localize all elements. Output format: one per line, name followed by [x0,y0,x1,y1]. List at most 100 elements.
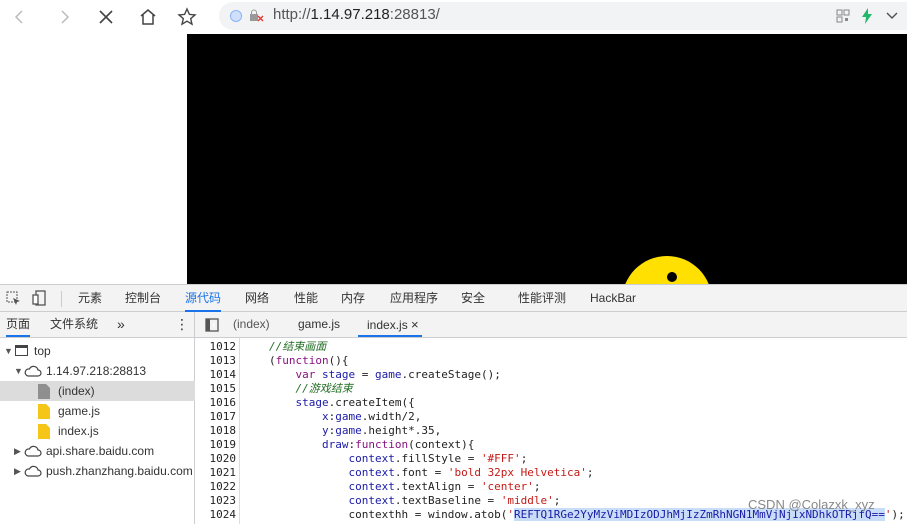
ball-eye [667,272,677,282]
tree-label: game.js [58,404,101,418]
collapse-arrow-icon: ▶ [14,466,21,476]
line-number[interactable]: 1022 [196,480,237,494]
tab-sources[interactable]: 源代码 [185,285,222,312]
forward-button[interactable] [52,5,76,29]
tab-console[interactable]: 控制台 [125,285,161,312]
collapse-arrow-icon: ▶ [14,446,21,456]
line-number[interactable]: 1018 [196,424,237,438]
tree-label: (index) [58,384,95,398]
tab-lighthouse[interactable]: 性能评测 [518,285,566,312]
chevron-left-icon [14,10,23,24]
line-number[interactable]: 1021 [196,466,237,480]
line-number[interactable]: 1014 [196,368,237,382]
tree-label: top [34,344,51,358]
cloud-icon [24,365,42,377]
editor-tab-index-js[interactable]: index.js × [358,312,422,337]
tree-item-top[interactable]: ▼ top [0,341,195,361]
tree-item-game-js[interactable]: game.js [0,401,195,421]
file-icon [38,384,50,399]
code-line: context.font = 'bold 32px Helvetica'; [348,466,594,479]
tab-performance[interactable]: 性能 [294,285,318,312]
editor-tab-game-js[interactable]: game.js [298,312,340,337]
tab-hackbar[interactable]: HackBar [590,285,636,312]
browser-toolbar: http://1.14.97.218:28813/ [0,0,907,34]
cloud-icon [24,445,42,457]
tree-label: api.share.baidu.com [46,444,155,458]
tree-label: index.js [58,424,99,438]
bookmark-button[interactable] [175,5,199,29]
insecure-icon[interactable] [248,9,264,23]
star-icon [177,7,197,26]
watermark: CSDN @Colazxk_xyz [748,497,875,512]
tab-security[interactable]: 安全 [461,285,485,312]
device-toolbar-icon[interactable] [32,290,48,306]
tab-network[interactable]: 网络 [245,285,269,312]
devtools-tabbar: 元素 控制台 源代码 网络 性能 内存 应用程序 安全 性能评测 HackBar [0,284,907,312]
more-tabs-button[interactable]: » [117,312,125,337]
line-number[interactable]: 1013 [196,354,237,368]
code-line: y:game.height*.35, [321,424,442,437]
url-text[interactable]: http://1.14.97.218:28813/ [273,6,440,23]
tree-item-index-js[interactable]: index.js [0,421,195,441]
tree-item-host[interactable]: ▼ 1.14.97.218:28813 [0,361,195,381]
chevron-down-icon[interactable] [885,10,899,22]
tab-filesystem[interactable]: 文件系统 [50,312,98,337]
line-number[interactable]: 1015 [196,382,237,396]
line-gutter: 1012 1013 1014 1015 1016 1017 1018 1019 … [196,338,240,524]
line-number[interactable]: 1019 [196,438,237,452]
editor-tabbar: (index) game.js index.js × [195,312,907,338]
code-line: draw:function(context){ [321,438,475,451]
address-bar[interactable]: http://1.14.97.218:28813/ [219,2,907,30]
home-button[interactable] [136,5,160,29]
frame-icon [15,345,28,356]
code-line: stage.createItem({ [295,396,415,409]
code-line: //结束画面 [269,340,327,353]
close-tab-icon[interactable]: × [411,317,419,332]
code-line: (function(){ [269,354,349,367]
close-icon [99,10,113,24]
game-canvas[interactable] [187,34,907,284]
divider [61,291,62,307]
cloud-icon [24,465,42,477]
code-line: var stage = game.createStage(); [295,368,501,381]
toggle-navigator-icon[interactable] [205,318,219,332]
chevron-right-icon [61,10,70,24]
editor-tab-label: index.js [367,318,408,332]
back-button[interactable] [8,5,32,29]
line-number[interactable]: 1024 [196,508,237,522]
editor-tab-index-html[interactable]: (index) [233,312,270,337]
line-number[interactable]: 1023 [196,494,237,508]
tree-label: 1.14.97.218:28813 [46,364,147,378]
tree-item-push-zhanzhang[interactable]: ▶ push.zhanzhang.baidu.com [0,461,195,481]
line-number[interactable]: 1017 [196,410,237,424]
qr-code-icon[interactable] [836,9,850,23]
code-line: context.textBaseline = 'middle'; [348,494,561,507]
tree-item-index[interactable]: (index) [0,381,195,401]
expand-arrow-icon: ▼ [14,366,23,376]
site-info-icon[interactable] [229,9,243,23]
line-number[interactable]: 1012 [196,340,237,354]
tab-page[interactable]: 页面 [6,312,31,337]
code-line: //游戏结束 [295,382,353,395]
code-line: context.textAlign = 'center'; [348,480,541,493]
expand-arrow-icon: ▼ [4,346,13,356]
tab-elements[interactable]: 元素 [78,285,102,312]
js-file-icon [38,424,50,439]
tab-application[interactable]: 应用程序 [390,285,438,312]
file-tree: ▼ top ▼ 1.14.97.218:28813 (index) game.j… [0,338,195,524]
js-file-icon [38,404,50,419]
line-number[interactable]: 1016 [196,396,237,410]
tree-label: push.zhanzhang.baidu.com [46,464,193,478]
stop-button[interactable] [94,5,118,29]
inspect-element-icon[interactable] [6,291,22,307]
code-line: x:game.width/2, [321,410,422,423]
page-blank-area [0,34,187,284]
tree-item-api-share[interactable]: ▶ api.share.baidu.com [0,441,195,461]
lightning-icon[interactable] [861,8,873,24]
line-number[interactable]: 1020 [196,452,237,466]
tab-memory[interactable]: 内存 [341,285,365,312]
home-icon [140,9,156,25]
navigator-tabbar: 页面 文件系统 » ⋮ [0,312,195,338]
more-options-button[interactable]: ⋮ [175,312,189,337]
code-line: context.fillStyle = '#FFF'; [348,452,528,465]
